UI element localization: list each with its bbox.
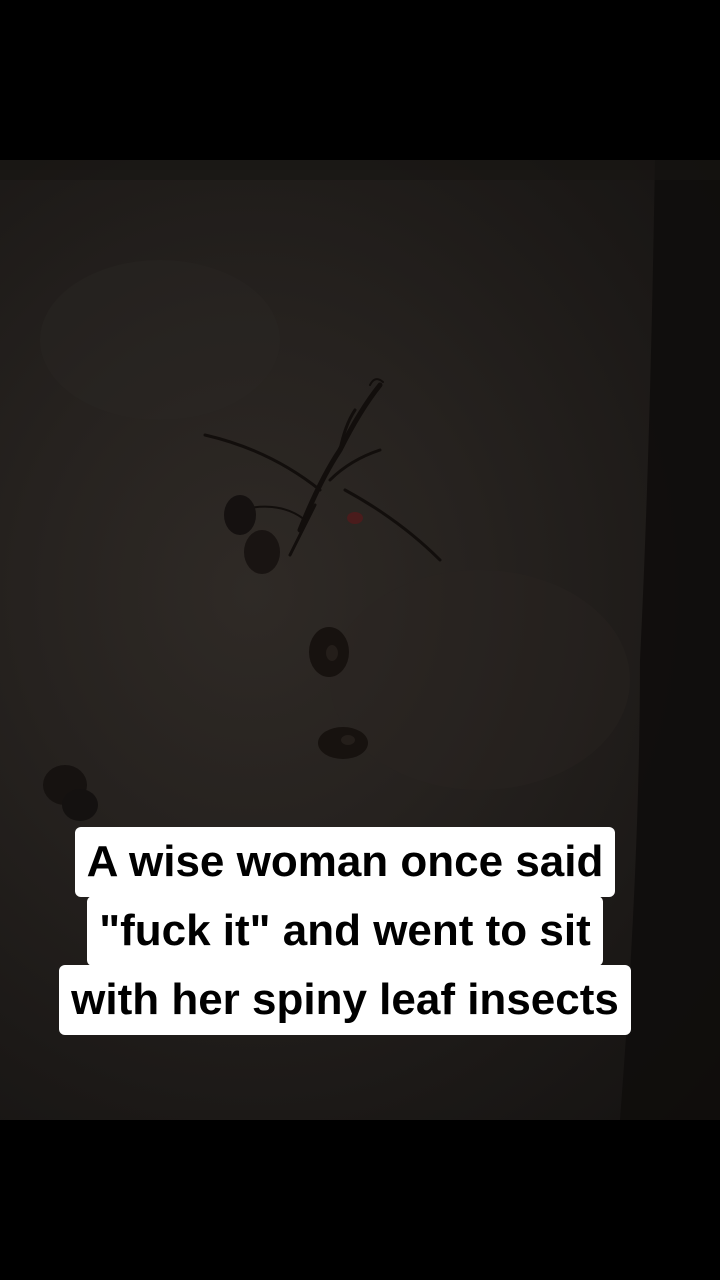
insect-eggs bbox=[43, 495, 368, 821]
insect-abdomen bbox=[347, 512, 363, 524]
caption-line-3: with her spiny leaf insects bbox=[59, 965, 631, 1035]
caption-line-1: A wise woman once said bbox=[74, 827, 616, 897]
letterbox-bottom bbox=[0, 1120, 720, 1280]
letterbox-top bbox=[0, 0, 720, 160]
caption-overlay: A wise woman once said "fuck it" and wen… bbox=[0, 827, 690, 1035]
caption-line-2: "fuck it" and went to sit bbox=[87, 896, 603, 966]
